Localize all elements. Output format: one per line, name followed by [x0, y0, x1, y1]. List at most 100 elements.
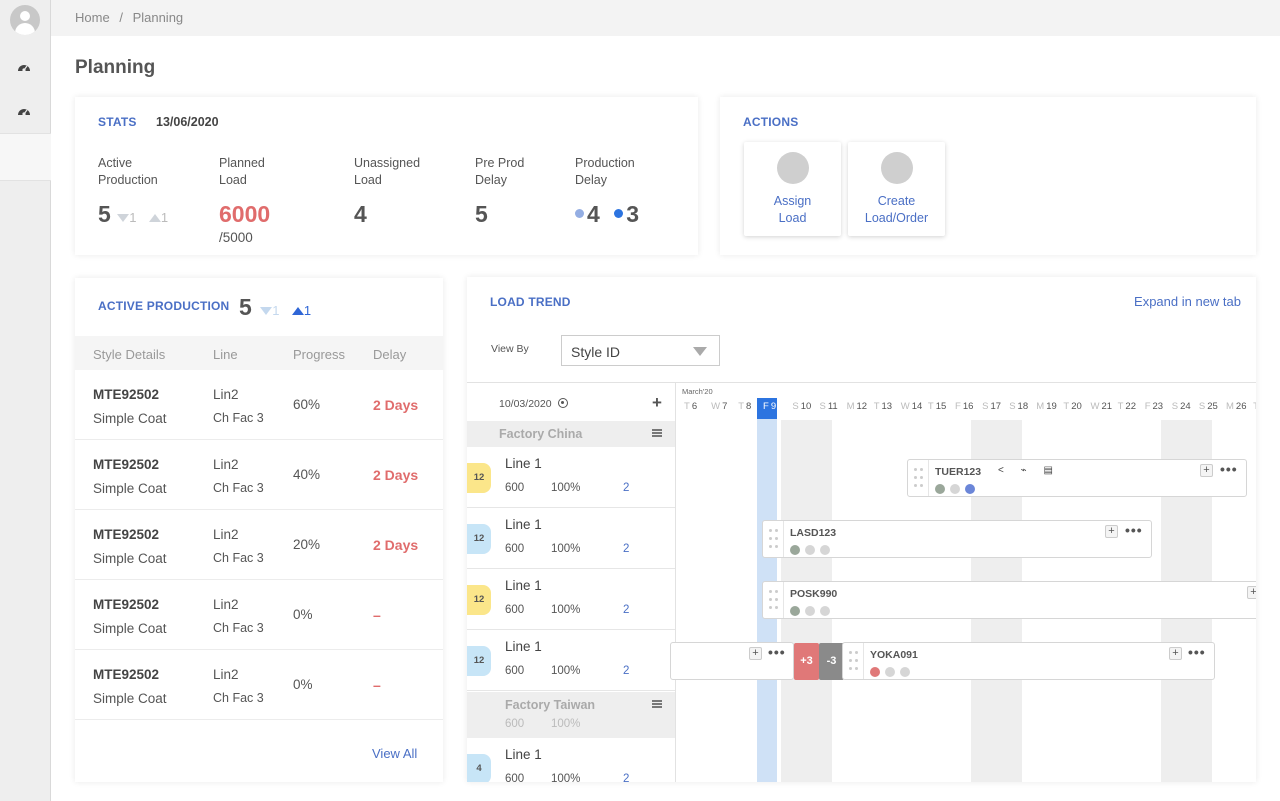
line-row[interactable]: 4 Line 1 600 100% 2 [467, 738, 675, 782]
trend-down-count: 1 [272, 303, 280, 318]
trend-down-count: 1 [129, 210, 137, 225]
dashboard-icon[interactable] [17, 62, 31, 72]
actions-card: ACTIONS Assign Load Create Load/Order [720, 97, 1256, 255]
day-number: 9 [770, 401, 777, 412]
add-icon[interactable]: + [652, 393, 662, 413]
day-header: F 16 [955, 401, 973, 412]
line-capacity: 600 [505, 773, 525, 782]
table-row[interactable]: MTE92502 Simple Coat Lin2 Ch Fac 3 0% – [75, 650, 443, 720]
line-count[interactable]: 2 [623, 543, 629, 555]
line-efficiency: 100% [551, 543, 581, 555]
share-icon[interactable]: < [998, 465, 1004, 476]
assign-load-label-2: Load [778, 211, 807, 225]
create-load-order-button[interactable]: Create Load/Order [848, 142, 945, 236]
delay-value: 2 Days [373, 537, 419, 553]
more-icon[interactable]: ••• [768, 644, 786, 660]
day-header: T 20 [1063, 401, 1081, 412]
progress-value: 0% [293, 677, 313, 692]
breadcrumb-home[interactable]: Home [75, 10, 110, 25]
line-row[interactable]: 12 Line 1 600 100% 2 [467, 508, 675, 569]
day-letter: T [927, 401, 934, 412]
add-icon[interactable]: + [1169, 647, 1182, 660]
stats-title: STATS [98, 115, 137, 129]
target-icon [558, 398, 569, 408]
trend-up-count: 1 [303, 303, 312, 318]
day-letter: T [873, 401, 880, 412]
column-header[interactable]: Line [213, 347, 238, 362]
line-row[interactable]: 12 Line 1 600 100% 2 [467, 630, 675, 691]
day-number: 7 [722, 401, 728, 412]
table-row[interactable]: MTE92502 Simple Coat Lin2 Ch Fac 3 60% 2 Days [75, 370, 443, 440]
stat-label: Production [98, 173, 158, 187]
line-row[interactable]: 12 Line 1 600 100% 2 [467, 569, 675, 630]
task-bar-partial[interactable]: + ••• [670, 642, 794, 680]
create-load-label-2: Load/Order [864, 211, 929, 225]
stat-label: Planned [219, 156, 265, 170]
list-icon[interactable] [652, 700, 662, 708]
add-icon[interactable]: + [1200, 464, 1213, 477]
factory-header[interactable]: Factory China [467, 421, 675, 447]
line-badge: 12 [467, 463, 491, 493]
view-by-select[interactable]: Style ID [561, 335, 720, 366]
more-icon[interactable]: ••• [1188, 644, 1206, 660]
drag-handle[interactable] [908, 460, 929, 496]
column-header[interactable]: Progress [293, 347, 345, 362]
add-icon[interactable]: + [1247, 586, 1256, 599]
style-name: Simple Coat [93, 481, 167, 496]
task-bar-yoka091[interactable]: YOKA091 + ••• [842, 642, 1215, 680]
date-picker[interactable]: 10/03/2020 [499, 398, 569, 410]
date-value: 10/03/2020 [499, 398, 552, 410]
day-letter: T [1063, 401, 1070, 412]
list-icon[interactable]: ▤ [1043, 465, 1052, 476]
status-dots [935, 481, 980, 499]
task-bar-tuer123[interactable]: TUER123 < ⌁ ▤ + ••• [907, 459, 1247, 497]
table-row[interactable]: MTE92502 Simple Coat Lin2 Ch Fac 3 40% 2 Days [75, 440, 443, 510]
column-header[interactable]: Delay [373, 347, 406, 362]
view-all-link[interactable]: View All [372, 746, 417, 761]
assign-load-button[interactable]: Assign Load [744, 142, 841, 236]
task-bar-lasd123[interactable]: LASD123 + ••• [762, 520, 1152, 558]
line-badge: 12 [467, 585, 491, 615]
sidebar-selected-item[interactable] [0, 133, 51, 181]
table-row[interactable]: MTE92502 Simple Coat Lin2 Ch Fac 3 20% 2 Days [75, 510, 443, 580]
line-count[interactable]: 2 [623, 482, 629, 494]
add-icon[interactable]: + [749, 647, 762, 660]
day-number: 16 [962, 401, 974, 412]
line-count[interactable]: 2 [623, 604, 629, 616]
day-header: T 13 [874, 401, 892, 412]
active-production-value: 5 [239, 294, 252, 320]
trend-icon[interactable]: ⌁ [1021, 465, 1027, 476]
more-icon[interactable]: ••• [1220, 461, 1238, 477]
table-row[interactable]: MTE92502 Simple Coat Lin2 Ch Fac 3 0% – [75, 580, 443, 650]
factory-name: Ch Fac 3 [213, 621, 264, 635]
day-header: W 21 [1091, 401, 1113, 412]
add-icon[interactable]: + [1105, 525, 1118, 538]
overlap-plus-badge[interactable]: +3 [794, 643, 819, 680]
task-bar-posk990[interactable]: POSK990 + [762, 581, 1256, 619]
list-icon[interactable] [652, 429, 662, 437]
more-icon[interactable]: ••• [1125, 522, 1143, 538]
overlap-minus-badge[interactable]: -3 [819, 643, 844, 680]
factory-name: Ch Fac 3 [213, 411, 264, 425]
progress-value: 60% [293, 397, 321, 412]
task-toolbar: < ⌁ ▤ [998, 465, 1053, 476]
top-bar: Home / Planning [51, 0, 1280, 36]
line-count[interactable]: 2 [623, 773, 629, 782]
line-name: Lin2 [213, 527, 239, 542]
line-badge: 12 [467, 646, 491, 676]
drag-handle[interactable] [763, 582, 784, 618]
factory-header[interactable]: Factory Taiwan 600 100% [467, 692, 675, 738]
drag-handle[interactable] [843, 643, 864, 679]
day-letter: F [1144, 401, 1151, 412]
avatar[interactable] [10, 5, 40, 35]
stat-label: Load [354, 173, 382, 187]
day-number: 8 [746, 401, 752, 412]
column-header[interactable]: Style Details [93, 347, 165, 362]
stat-label: Delay [575, 173, 607, 187]
dashboard-icon[interactable] [17, 106, 31, 116]
expand-new-tab-link[interactable]: Expand in new tab [1134, 294, 1241, 309]
line-row[interactable]: 12 Line 1 600 100% 2 [467, 447, 675, 508]
line-count[interactable]: 2 [623, 665, 629, 677]
factory-name: Factory Taiwan [505, 698, 596, 712]
drag-handle[interactable] [763, 521, 784, 557]
